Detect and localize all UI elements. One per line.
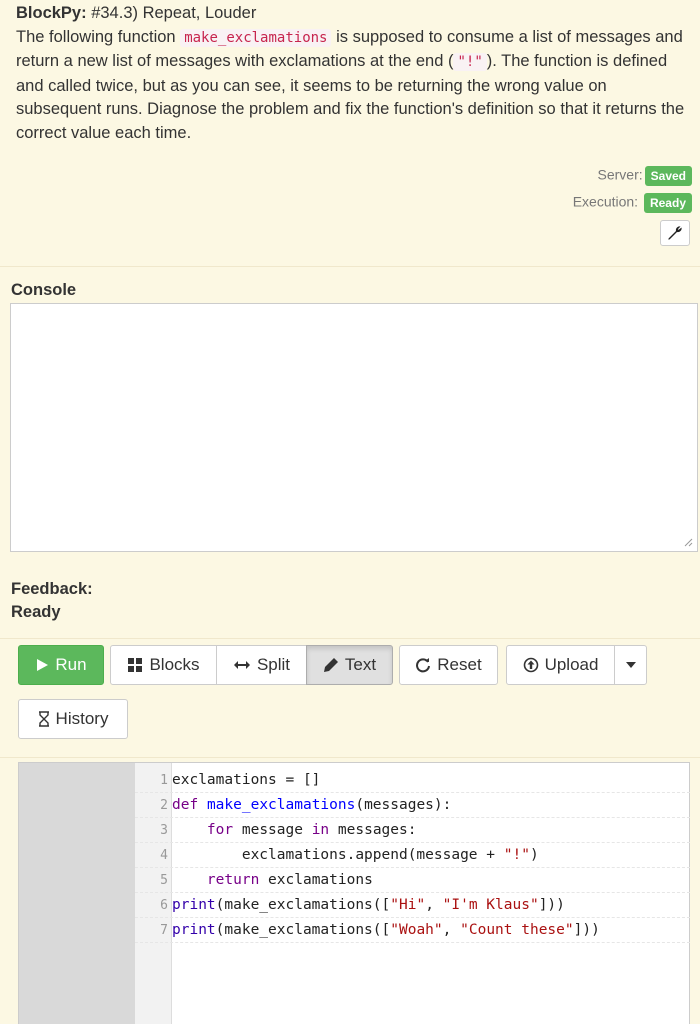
app-name: BlockPy: bbox=[16, 4, 87, 22]
assignment-title: #34.3) Repeat, Louder bbox=[91, 4, 257, 22]
code-line[interactable]: 3 for message in messages: bbox=[135, 818, 690, 843]
blocks-button[interactable]: Blocks bbox=[110, 645, 217, 685]
wrench-icon bbox=[668, 226, 682, 240]
refresh-icon bbox=[416, 658, 431, 673]
line-number: 6 bbox=[160, 898, 168, 913]
code-line[interactable]: 7 print(make_exclamations(["Woah", "Count… bbox=[135, 918, 690, 943]
execution-badge: Ready bbox=[643, 193, 692, 213]
server-label: Server: bbox=[597, 166, 643, 183]
server-status: Server: Saved bbox=[598, 166, 692, 186]
feedback-label: Feedback: bbox=[11, 580, 93, 598]
code-editor[interactable]: 1 exclamations = [] 2 def make_exclamation… bbox=[18, 762, 690, 1024]
play-icon bbox=[37, 659, 49, 671]
split-label: Split bbox=[256, 655, 291, 674]
execution-label: Execution: bbox=[572, 193, 639, 210]
console-label: Console bbox=[11, 281, 77, 299]
upload-label: Upload bbox=[544, 655, 599, 674]
code-line[interactable]: 6 print(make_exclamations(["Hi", "I'm Kla… bbox=[135, 893, 690, 918]
desc-text-1: The following function bbox=[16, 27, 181, 46]
server-badge: Saved bbox=[644, 166, 692, 186]
blocks-pane bbox=[19, 763, 135, 1024]
code-text: print(make_exclamations(["Hi", "I'm Klau… bbox=[172, 897, 565, 913]
line-number: 7 bbox=[160, 923, 168, 938]
arrows-horizontal-icon bbox=[233, 661, 250, 669]
run-label: Run bbox=[55, 655, 87, 674]
history-button[interactable]: History bbox=[18, 699, 128, 739]
resize-handle-icon[interactable] bbox=[683, 537, 693, 547]
code-text: print(make_exclamations(["Woah", "Count … bbox=[172, 922, 600, 938]
feedback-status: Ready bbox=[11, 603, 61, 621]
problem-description: The following function make_exclamations… bbox=[16, 26, 688, 146]
reset-button[interactable]: Reset bbox=[399, 645, 498, 685]
code-text: return exclamations bbox=[206, 872, 373, 888]
split-button[interactable]: Split bbox=[216, 645, 307, 685]
upload-circle-icon bbox=[523, 657, 538, 673]
reset-label: Reset bbox=[437, 655, 482, 674]
code-line[interactable]: 5 return exclamations bbox=[135, 868, 690, 893]
text-button[interactable]: Text bbox=[306, 645, 393, 685]
divider bbox=[0, 757, 700, 758]
code-line[interactable]: 1 exclamations = [] bbox=[135, 768, 690, 793]
console-output[interactable] bbox=[10, 303, 698, 552]
divider bbox=[0, 638, 700, 639]
text-label: Text bbox=[344, 655, 377, 674]
code-text: exclamations = [] bbox=[172, 772, 321, 788]
code-text: exclamations.append(message + "!") bbox=[172, 847, 539, 863]
run-button[interactable]: Run bbox=[18, 645, 104, 685]
desc-code-function: make_exclamations bbox=[180, 28, 332, 47]
line-number: 2 bbox=[160, 798, 168, 813]
line-number: 1 bbox=[160, 773, 168, 788]
pencil-icon bbox=[323, 658, 338, 672]
hourglass-icon bbox=[38, 711, 49, 727]
divider bbox=[0, 266, 700, 267]
caret-down-icon bbox=[625, 662, 636, 668]
problem-header: BlockPy: #34.3) Repeat, Louder The follo… bbox=[16, 2, 688, 145]
line-number: 4 bbox=[160, 848, 168, 863]
line-number: 5 bbox=[160, 873, 168, 888]
blocks-icon bbox=[128, 658, 143, 672]
desc-code-exclamation: "!" bbox=[453, 53, 487, 71]
settings-button[interactable] bbox=[660, 220, 690, 246]
execution-status: Execution: Ready bbox=[573, 193, 692, 213]
line-number: 3 bbox=[160, 823, 168, 838]
upload-dropdown-button[interactable] bbox=[614, 645, 647, 685]
code-text: for message in messages: bbox=[206, 822, 417, 838]
code-text: def make_exclamations(messages): bbox=[172, 797, 452, 813]
code-line[interactable]: 2 def make_exclamations(messages): bbox=[135, 793, 690, 818]
problem-title: BlockPy: #34.3) Repeat, Louder bbox=[16, 2, 688, 26]
code-line[interactable]: 4 exclamations.append(message + "!") bbox=[135, 843, 690, 868]
blocks-label: Blocks bbox=[149, 655, 200, 674]
history-label: History bbox=[55, 709, 109, 728]
upload-button[interactable]: Upload bbox=[506, 645, 615, 685]
